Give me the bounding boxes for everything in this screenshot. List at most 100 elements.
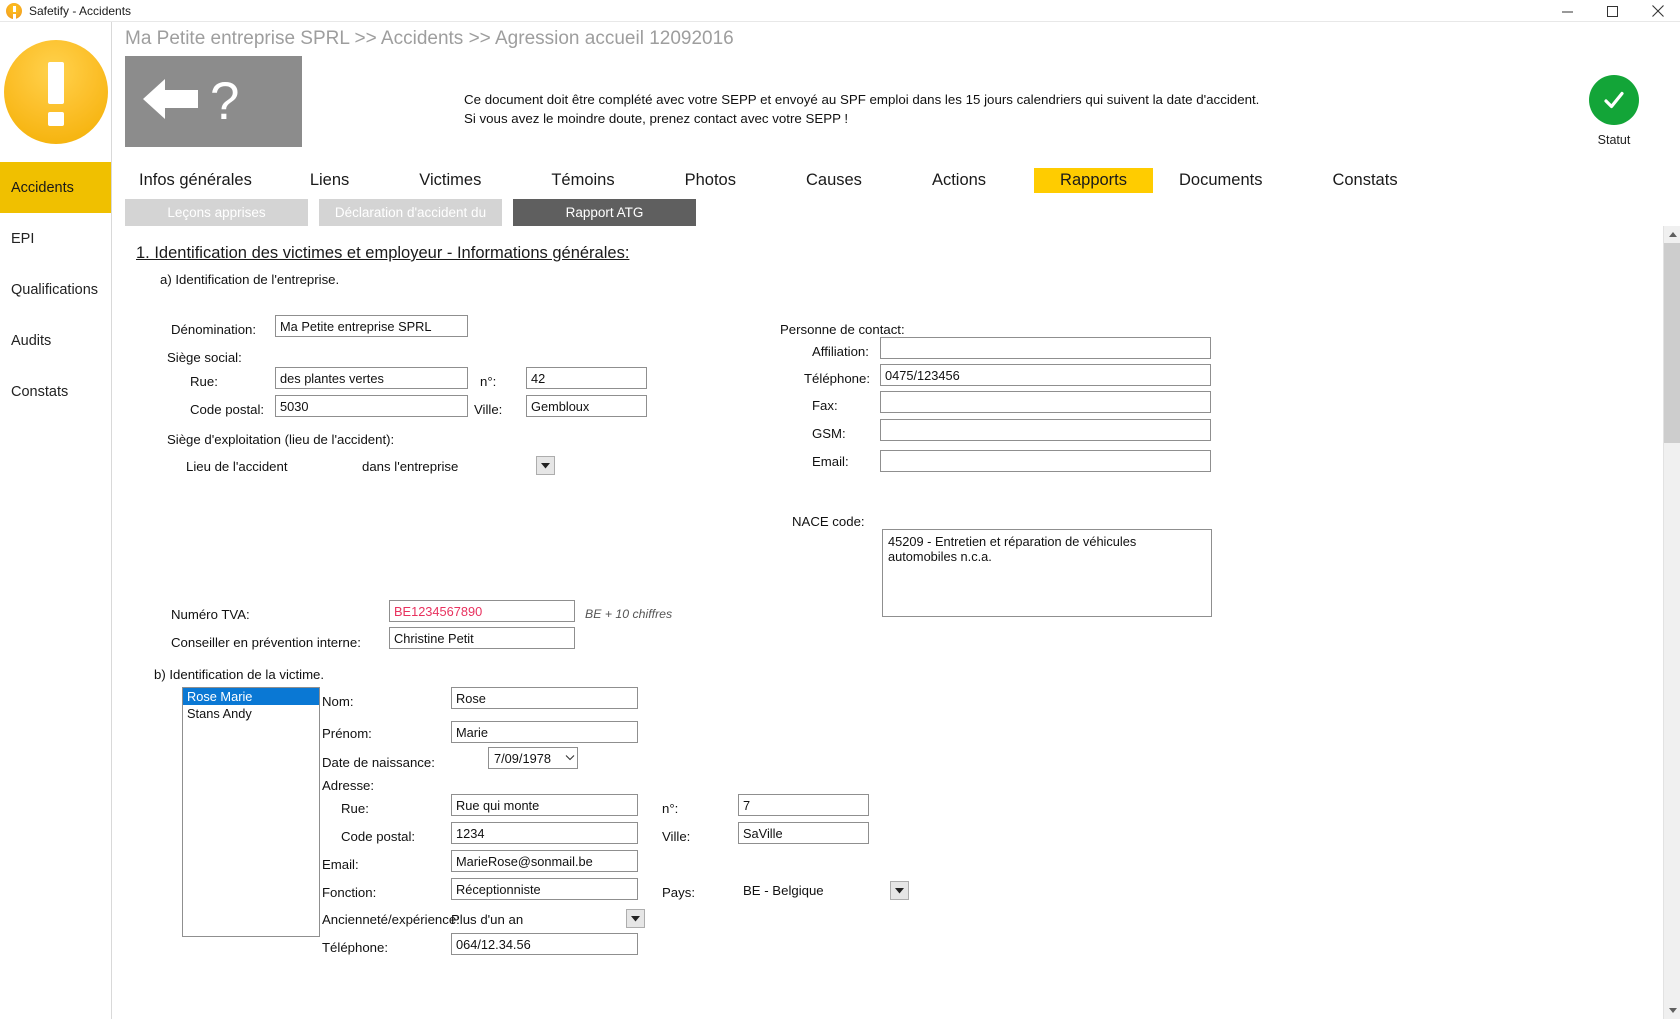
nom-input[interactable]: Rose xyxy=(451,687,638,709)
siege-social-label: Siège social: xyxy=(167,350,242,365)
tab-constats[interactable]: Constats xyxy=(1318,168,1411,193)
sidebar: Accidents EPI Qualifications Audits Cons… xyxy=(0,22,111,1019)
maximize-icon[interactable] xyxy=(1590,0,1635,22)
telephone-input[interactable]: 0475/123456 xyxy=(880,364,1211,386)
victim-cp-label: Code postal: xyxy=(341,829,416,844)
affiliation-label: Affiliation: xyxy=(812,344,869,359)
tab-infos-generales[interactable]: Infos générales xyxy=(125,168,266,193)
minimize-icon[interactable] xyxy=(1545,0,1590,22)
numero-label: n°: xyxy=(480,374,497,389)
conseiller-label: Conseiller en prévention interne: xyxy=(171,635,361,650)
title-bar: Safetify - Accidents xyxy=(0,0,1680,22)
tab-liens[interactable]: Liens xyxy=(296,168,363,193)
fonction-label: Fonction: xyxy=(322,885,377,900)
contact-email-label: Email: xyxy=(812,454,849,469)
scrollbar-thumb[interactable] xyxy=(1664,243,1680,443)
help-icon[interactable]: ? xyxy=(210,75,239,128)
sidebar-item-qualifications[interactable]: Qualifications xyxy=(0,264,111,315)
chevron-down-icon[interactable] xyxy=(890,881,909,900)
denomination-input[interactable]: Ma Petite entreprise SPRL xyxy=(275,315,468,337)
header-nav-buttons: ? xyxy=(125,56,302,147)
date-naissance-combobox[interactable]: 7/09/1978 xyxy=(488,747,578,769)
victim-email-label: Email: xyxy=(322,857,359,872)
victim-cp-input[interactable]: 1234 xyxy=(451,822,638,844)
sidebar-item-accidents[interactable]: Accidents xyxy=(0,162,111,213)
anciennete-value: Plus d'un an xyxy=(451,912,524,927)
numero-input[interactable]: 42 xyxy=(526,367,647,389)
close-icon[interactable] xyxy=(1635,0,1680,22)
vertical-scrollbar[interactable] xyxy=(1663,226,1680,1019)
section-title: 1. Identification des victimes et employ… xyxy=(136,244,630,262)
tab-rapports[interactable]: Rapports xyxy=(1034,167,1153,193)
victim-telephone-label: Téléphone: xyxy=(322,940,388,955)
chevron-down-icon[interactable] xyxy=(1664,1002,1680,1019)
gsm-label: GSM: xyxy=(812,426,846,441)
victim-ville-label: Ville: xyxy=(662,829,691,844)
sidebar-item-audits[interactable]: Audits xyxy=(0,315,111,366)
lieu-accident-value: dans l'entreprise xyxy=(362,459,459,474)
contact-email-input[interactable] xyxy=(880,450,1211,472)
fax-input[interactable] xyxy=(880,391,1211,413)
header-note: Ce document doit être complété avec votr… xyxy=(302,56,1548,162)
breadcrumb: Ma Petite entreprise SPRL >> Accidents >… xyxy=(125,28,734,49)
chevron-up-icon[interactable] xyxy=(1664,226,1680,243)
list-item[interactable]: Rose Marie xyxy=(183,688,319,705)
victim-ville-input[interactable]: SaVille xyxy=(738,822,869,844)
subtab-bar: Leçons apprises Déclaration d'accident d… xyxy=(112,199,1680,226)
exclamation-logo-icon xyxy=(3,40,108,144)
subtab-declaration-accident[interactable]: Déclaration d'accident du xyxy=(319,199,502,226)
code-postal-input[interactable]: 5030 xyxy=(275,395,468,417)
statut-indicator: Statut xyxy=(1548,56,1680,162)
fonction-input[interactable]: Réceptionniste xyxy=(451,878,638,900)
code-postal-label: Code postal: xyxy=(190,402,265,417)
statut-label: Statut xyxy=(1597,133,1631,147)
nace-input[interactable]: 45209 - Entretien et réparation de véhic… xyxy=(882,529,1212,617)
ville-label: Ville: xyxy=(474,402,503,417)
sidebar-item-constats[interactable]: Constats xyxy=(0,366,111,417)
tab-victimes[interactable]: Victimes xyxy=(405,168,495,193)
conseiller-input[interactable]: Christine Petit xyxy=(389,627,575,649)
tva-label: Numéro TVA: xyxy=(171,607,250,622)
prenom-input[interactable]: Marie xyxy=(451,721,638,743)
tab-bar: Infos générales Liens Victimes Témoins P… xyxy=(112,162,1680,198)
subtab-rapport-atg[interactable]: Rapport ATG xyxy=(513,199,696,226)
telephone-label: Téléphone: xyxy=(804,371,870,386)
tab-causes[interactable]: Causes xyxy=(792,168,876,193)
tab-temoins[interactable]: Témoins xyxy=(537,168,628,193)
siege-exploitation-label: Siège d'exploitation (lieu de l'accident… xyxy=(167,432,395,447)
victim-telephone-input[interactable]: 064/12.34.56 xyxy=(451,933,638,955)
safetify-logo-icon xyxy=(6,2,22,19)
date-naissance-value: 7/09/1978 xyxy=(494,750,551,766)
tab-actions[interactable]: Actions xyxy=(918,168,1000,193)
check-circle-icon xyxy=(1589,75,1639,125)
nom-label: Nom: xyxy=(322,694,354,709)
app-shell: Accidents EPI Qualifications Audits Cons… xyxy=(0,22,1680,1019)
chevron-down-icon[interactable] xyxy=(565,753,575,763)
rue-input[interactable]: des plantes vertes xyxy=(275,367,468,389)
sidebar-item-epi[interactable]: EPI xyxy=(0,213,111,264)
chevron-down-icon[interactable] xyxy=(626,909,645,928)
victim-numero-input[interactable]: 7 xyxy=(738,794,869,816)
victim-rue-input[interactable]: Rue qui monte xyxy=(451,794,638,816)
chevron-down-icon[interactable] xyxy=(536,456,555,475)
prenom-label: Prénom: xyxy=(322,726,372,741)
tva-input[interactable]: BE1234567890 xyxy=(389,600,575,622)
victim-email-input[interactable]: MarieRose@sonmail.be xyxy=(451,850,638,872)
subtab-lecons-apprises[interactable]: Leçons apprises xyxy=(125,199,308,226)
ville-input[interactable]: Gembloux xyxy=(526,395,647,417)
contact-label: Personne de contact: xyxy=(780,322,905,337)
affiliation-input[interactable] xyxy=(880,337,1211,359)
sidebar-filler xyxy=(0,417,111,1019)
gsm-input[interactable] xyxy=(880,419,1211,441)
tab-photos[interactable]: Photos xyxy=(671,168,750,193)
denomination-label: Dénomination: xyxy=(171,322,257,337)
victim-rue-label: Rue: xyxy=(341,801,369,816)
tab-documents[interactable]: Documents xyxy=(1165,168,1276,193)
section-a-label: a) Identification de l'entreprise. xyxy=(160,272,340,287)
list-item[interactable]: Stans Andy xyxy=(183,705,319,722)
victim-list[interactable]: Rose Marie Stans Andy xyxy=(182,687,320,937)
header-note-line-1: Ce document doit être complété avec votr… xyxy=(464,91,1260,107)
lieu-accident-label: Lieu de l'accident xyxy=(186,459,288,474)
form-panel: 1. Identification des victimes et employ… xyxy=(112,226,1680,1019)
arrow-left-icon[interactable] xyxy=(139,75,202,128)
